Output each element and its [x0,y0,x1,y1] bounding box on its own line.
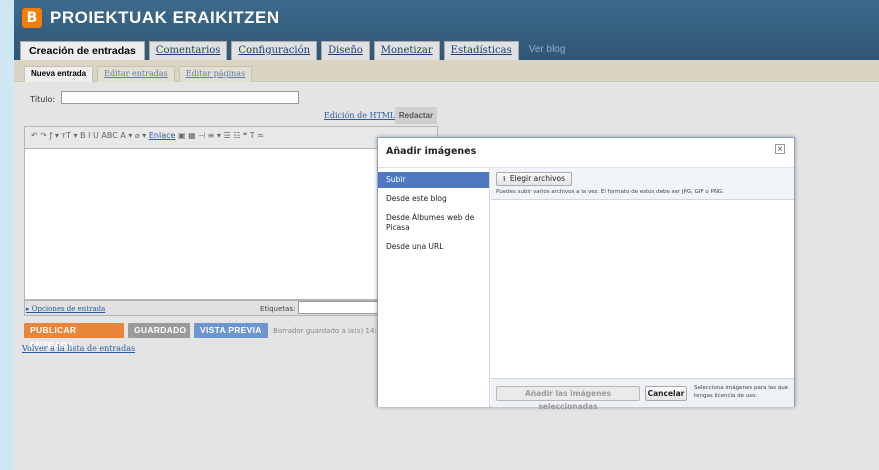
upload-panel: ⭱ Elegir archivos Puedes subir varios ar… [491,168,794,200]
post-body-editor[interactable] [24,148,438,300]
nav-desde-url[interactable]: Desde una URL [378,239,489,255]
upload-area: ⭱ Elegir archivos Puedes subir varios ar… [491,167,794,407]
save-button[interactable]: GUARDADO [128,323,190,338]
preview-button[interactable]: VISTA PREVIA [194,323,268,338]
subtab-nueva-entrada[interactable]: Nueva entrada [24,66,94,82]
title-label: Título: [30,95,56,104]
post-options-link[interactable]: ▸ Opciones de entrada [26,305,105,313]
subtab-editar-entradas[interactable]: Editar entradas [97,66,175,82]
tab-creacion-de-entradas[interactable]: Creación de entradas [20,41,145,60]
tab-ver-blog[interactable]: Ver blog [523,41,572,60]
tab-monetizar[interactable]: Monetizar [373,41,440,60]
blogger-logo-icon[interactable]: B [22,8,42,28]
tab-configuracion[interactable]: Configuración [231,41,318,60]
labels-label: Etiquetas: [260,305,296,313]
dialog-title: Añadir imágenes [386,146,477,157]
dialog-footer: Añadir las imágenes seleccionadas Cancel… [491,378,794,411]
upload-icon: ⭱ [503,175,506,183]
tab-diseno[interactable]: Diseño [321,41,370,60]
upload-hint: Puedes subir varios archivos a la vez. E… [496,189,724,195]
blogger-header: B PROIEKTUAK ERAIKITZEN Creación de entr… [14,0,879,60]
toolbar-formatting-icons[interactable]: ↶ ↷ ƒ ▾ ᴛT ▾ B I U ABC A ▾ ⌀ ▾ [31,131,149,140]
site-title: PROIEKTUAK ERAIKITZEN [50,8,280,27]
close-icon[interactable]: x [775,144,785,154]
license-note: Selecciona imágenes para las que tengas … [694,385,789,399]
nav-subir[interactable]: Subir [378,172,489,188]
add-selected-images-button[interactable]: Añadir las imágenes seleccionadas [496,386,640,411]
subtabs: Nueva entrada Editar entradas Editar pág… [24,66,253,82]
main-tabs: Creación de entradas Comentarios Configu… [20,41,571,60]
tab-estadisticas[interactable]: Estadísticas [443,41,519,60]
choose-files-button[interactable]: ⭱ Elegir archivos [496,172,573,186]
compose-mode-tab[interactable]: Redactar [395,107,437,124]
draft-status: Borrador guardado a la(s) 14:51 [273,327,377,335]
dialog-header: Añadir imágenes x [378,138,794,164]
add-images-dialog: Añadir imágenes x Subir Desde este blog … [377,137,795,411]
nav-desde-picasa[interactable]: Desde Álbumes web de Picasa [378,210,489,236]
toolbar-insert-icons[interactable]: ▣ ▦ ⊣ ≡ ▾ ☰ ☷ ❝ T ≈ [178,131,264,140]
subtab-editar-paginas[interactable]: Editar páginas [178,66,253,82]
subtab-bar: Nueva entrada Editar entradas Editar pág… [14,60,879,82]
title-input[interactable] [61,91,299,104]
toolbar-link-button[interactable]: Enlace [149,131,176,140]
publish-button[interactable]: PUBLICAR ENTRADA [24,323,124,350]
labels-input[interactable] [298,301,380,314]
editor-toolbar[interactable]: ↶ ↷ ƒ ▾ ᴛT ▾ B I U ABC A ▾ ⌀ ▾ Enlace ▣ … [24,126,438,148]
html-mode-link[interactable]: Edición de HTML [324,111,395,120]
nav-desde-este-blog[interactable]: Desde este blog [378,191,489,207]
cancel-button[interactable]: Cancelar [645,386,687,401]
image-source-nav: Subir Desde este blog Desde Álbumes web … [378,167,490,407]
back-to-posts-link[interactable]: Volver a la lista de entradas [22,344,135,353]
choose-files-label: Elegir archivos [509,174,566,183]
tab-comentarios[interactable]: Comentarios [148,41,228,60]
